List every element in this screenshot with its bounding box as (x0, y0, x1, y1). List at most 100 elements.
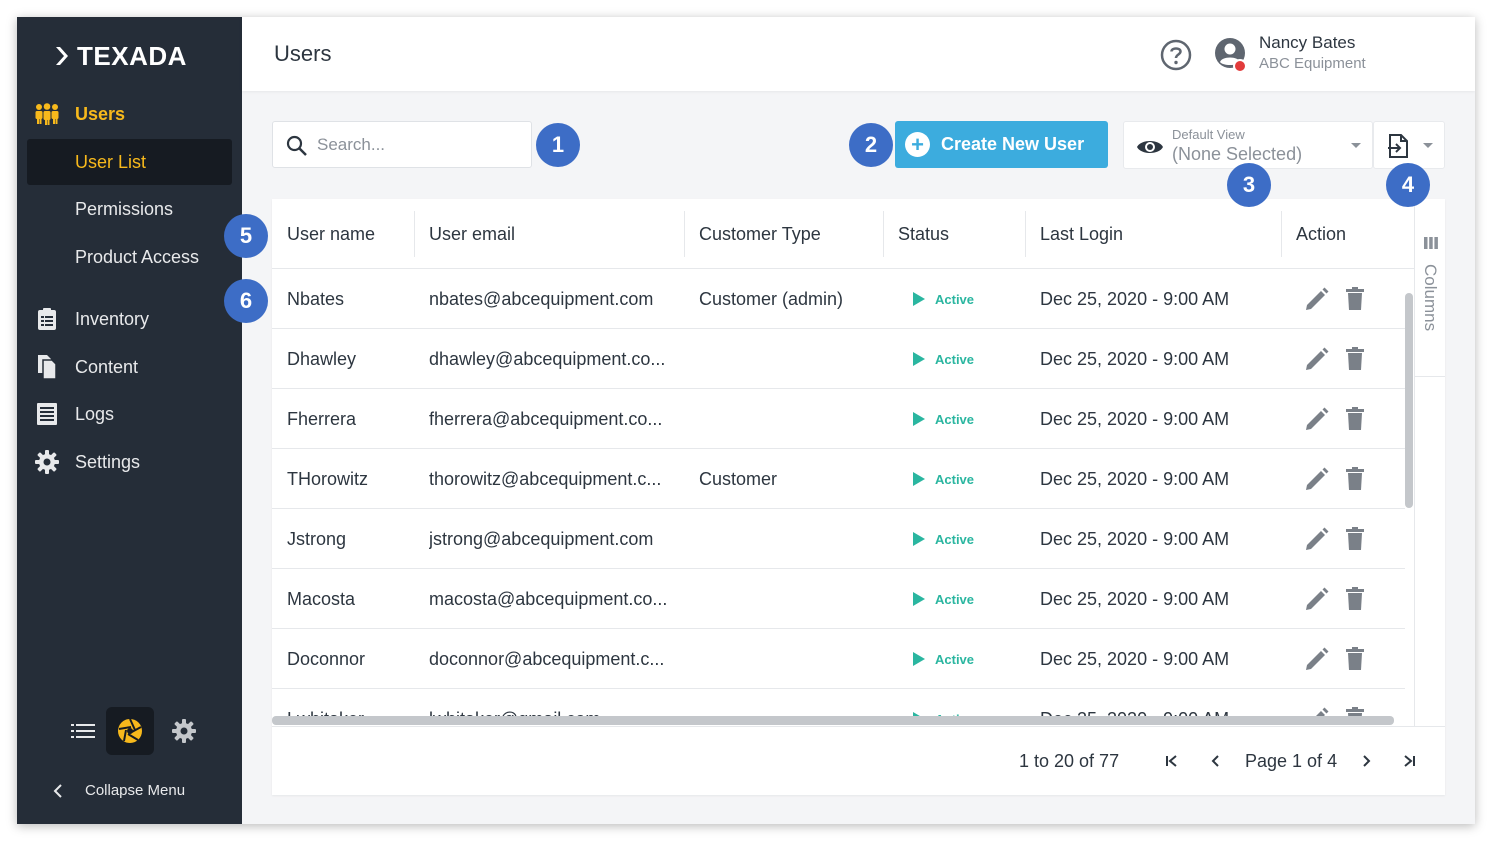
view-select-value: (None Selected) (1172, 144, 1303, 164)
cell-name: Macosta (287, 588, 356, 609)
table-row[interactable]: Doconnor doconnor@abcequipment.c... Dec 25… (272, 629, 1405, 689)
pagination-range: 1 to 20 of 77 (1019, 751, 1120, 771)
column-header-user-email[interactable]: User email (414, 199, 684, 269)
create-new-user-button[interactable]: + Create New User (895, 121, 1108, 168)
sub-item-user-list[interactable]: User List (27, 139, 232, 185)
search-icon (286, 135, 307, 156)
export-button[interactable] (1373, 121, 1445, 169)
sub-item-product-access[interactable]: Product Access (27, 234, 232, 280)
view-select[interactable]: Default View (None Selected) (1123, 121, 1373, 169)
first-page-button[interactable] (1160, 749, 1184, 773)
table-row[interactable]: Dhawley dhawley@abcequipment.co... Dec 25,… (272, 329, 1405, 389)
table-row[interactable]: Macosta macosta@abcequipment.co... Dec 25,… (272, 569, 1405, 629)
nav-users[interactable]: Users (17, 91, 242, 137)
cell-name: THorowitz (287, 468, 369, 489)
column-header-user-name[interactable]: User name (272, 199, 414, 269)
table-row[interactable]: Fherrera fherrera@abcequipment.co... Dec 2… (272, 389, 1405, 449)
nav-content[interactable]: Content (17, 344, 242, 390)
table-row[interactable]: Nbates nbates@abcequipment.com Customer (a… (272, 269, 1405, 329)
status-badge: Active (913, 449, 1023, 509)
status-badge: Active (913, 569, 1023, 629)
play-icon (913, 592, 925, 606)
sidebar-bottom-toolbar (59, 707, 209, 755)
nav-inventory[interactable]: Inventory (17, 296, 242, 342)
cell-type (699, 509, 879, 569)
trash-icon[interactable] (1344, 466, 1366, 492)
play-icon (913, 292, 925, 306)
trash-icon[interactable] (1344, 526, 1366, 552)
table-row[interactable]: Jstrong jstrong@abcequipment.com Dec 25, 2… (272, 509, 1405, 569)
sub-item-label: User List (75, 151, 147, 172)
sub-item-permissions[interactable]: Permissions (27, 186, 232, 232)
cell-login: Dec 25, 2020 - 9:00 AM (1040, 348, 1230, 369)
aperture-button[interactable] (106, 707, 154, 755)
table-body: Nbates nbates@abcequipment.com Customer (a… (272, 269, 1405, 724)
status-label: Active (935, 351, 975, 367)
column-header-customer-type[interactable]: Customer Type (684, 199, 883, 269)
cell-login: Dec 25, 2020 - 9:00 AM (1040, 588, 1230, 609)
cell-type (699, 629, 879, 689)
status-badge: Active (913, 329, 1023, 389)
status-badge: Active (913, 509, 1023, 569)
menu-list-button[interactable] (59, 707, 107, 755)
pencil-icon[interactable] (1304, 346, 1330, 372)
nav-settings[interactable]: Settings (17, 439, 242, 485)
previous-page-button[interactable] (1203, 749, 1227, 773)
collapse-menu-button[interactable]: Collapse Menu (53, 782, 185, 799)
vertical-scrollbar[interactable] (1405, 293, 1413, 508)
logo-text: TEXADA (77, 40, 187, 71)
trash-icon[interactable] (1344, 646, 1366, 672)
view-select-label: Default View (1172, 127, 1245, 142)
table-row[interactable]: THorowitz thorowitz@abcequipment.c... Cust… (272, 449, 1405, 509)
pencil-icon[interactable] (1304, 586, 1330, 612)
pencil-icon[interactable] (1304, 406, 1330, 432)
svg-text:Columns: Columns (1421, 264, 1440, 331)
cell-email: thorowitz@abcequipment.c... (429, 468, 662, 489)
cell-type (699, 569, 879, 629)
users-icon (34, 101, 60, 127)
status-label: Active (935, 291, 975, 307)
cell-email: dhawley@abcequipment.co... (429, 348, 666, 369)
cell-login: Dec 25, 2020 - 9:00 AM (1040, 648, 1230, 669)
columns-panel-tab[interactable]: Columns (1414, 199, 1445, 795)
cell-login: Dec 25, 2020 - 9:00 AM (1040, 288, 1230, 309)
logo-chevron-icon (56, 47, 68, 65)
status-badge: Active (913, 629, 1023, 689)
next-page-button[interactable] (1355, 749, 1379, 773)
cell-email: jstrong@abcequipment.com (429, 528, 654, 549)
help-icon[interactable] (1160, 39, 1192, 71)
callout-badge: 2 (849, 123, 893, 167)
pencil-icon[interactable] (1304, 466, 1330, 492)
search-field[interactable] (272, 121, 532, 168)
trash-icon[interactable] (1344, 346, 1366, 372)
cell-type (699, 389, 879, 449)
column-header-last-login[interactable]: Last Login (1025, 199, 1281, 269)
search-input[interactable] (317, 132, 517, 158)
status-label: Active (935, 411, 975, 427)
columns-label: Columns (1421, 264, 1440, 331)
trash-icon[interactable] (1344, 286, 1366, 312)
chevron-left-icon (53, 783, 62, 798)
avatar-icon[interactable] (1214, 37, 1248, 73)
last-page-button[interactable] (1397, 749, 1421, 773)
status-badge: Active (913, 269, 1023, 329)
horizontal-scrollbar[interactable] (272, 716, 1394, 725)
sidebar-settings-button[interactable] (160, 707, 208, 755)
status-label: Active (935, 651, 975, 667)
pencil-icon[interactable] (1304, 526, 1330, 552)
columns-icon (1424, 237, 1438, 249)
trash-icon[interactable] (1344, 406, 1366, 432)
cell-name: Jstrong (287, 528, 347, 549)
status-label: Active (935, 471, 975, 487)
callout-badge: 3 (1227, 163, 1271, 207)
trash-icon[interactable] (1344, 586, 1366, 612)
play-icon (913, 352, 925, 366)
eye-icon (1137, 141, 1163, 153)
column-header-status[interactable]: Status (883, 199, 1025, 269)
nav-logs[interactable]: Logs (17, 391, 242, 437)
pencil-icon[interactable] (1304, 646, 1330, 672)
pencil-icon[interactable] (1304, 286, 1330, 312)
plus-icon: + (905, 132, 930, 157)
cell-login: Dec 25, 2020 - 9:00 AM (1040, 528, 1230, 549)
callout-badge: 4 (1386, 163, 1430, 207)
